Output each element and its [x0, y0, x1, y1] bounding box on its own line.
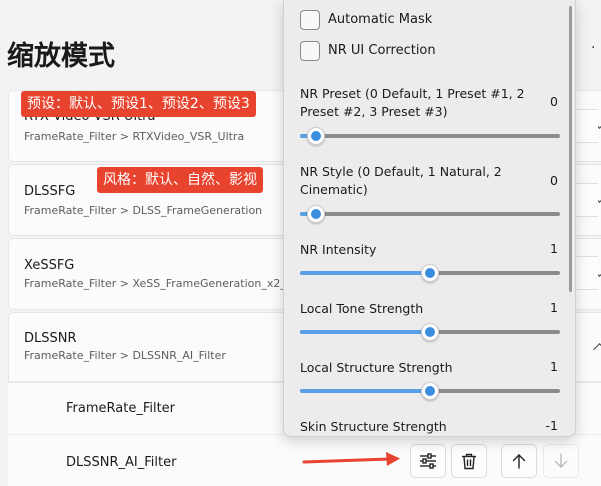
local-tone-strength-slider[interactable]: [300, 323, 560, 341]
automatic-mask-label: Automatic Mask: [328, 12, 433, 27]
nr-style-label: NR Style (0 Default, 1 Natural, 2 Cinema…: [300, 164, 502, 197]
slider-thumb[interactable]: [421, 382, 439, 400]
move-down-button[interactable]: [543, 444, 579, 478]
nr-ui-correction-label: NR UI Correction: [328, 43, 436, 58]
chevron-up-icon[interactable]: [593, 343, 601, 356]
sliders-icon: [420, 453, 436, 469]
slider-thumb[interactable]: [421, 264, 439, 282]
style-annotation: 风格：默认、自然、影视: [97, 167, 263, 193]
slider-thumb[interactable]: [421, 323, 439, 341]
automatic-mask-checkbox[interactable]: [300, 10, 320, 30]
local-structure-strength-slider[interactable]: [300, 382, 560, 400]
delete-button[interactable]: [451, 444, 487, 478]
card-path: FrameRate_Filter > DLSSNR_AI_Filter: [24, 349, 226, 362]
more-icon[interactable]: ·: [591, 40, 595, 56]
card-path: FrameRate_Filter > XeSS_FrameGeneration_…: [24, 277, 301, 290]
skin-structure-strength-label: Skin Structure Strength: [300, 419, 447, 434]
nr-intensity-value: 1: [550, 241, 558, 256]
arrow-down-icon: [554, 453, 568, 468]
card-title: DLSSNR: [24, 331, 77, 346]
sub-row-label: DLSSNR_AI_Filter: [66, 455, 177, 470]
nr-ui-correction-checkbox[interactable]: [300, 41, 320, 61]
arrow-up-icon: [512, 454, 526, 469]
card-title: DLSSFG: [24, 184, 76, 199]
slider-fill: [300, 330, 430, 334]
card-path: FrameRate_Filter > RTXVideo_VSR_Ultra: [24, 130, 245, 143]
nr-style-slider[interactable]: [300, 205, 560, 223]
local-tone-strength-value: 1: [550, 300, 558, 315]
nr-intensity-label: NR Intensity: [300, 242, 377, 257]
slider-thumb[interactable]: [307, 127, 326, 145]
sub-row-label: FrameRate_Filter: [66, 401, 176, 416]
local-structure-strength-value: 1: [550, 359, 558, 374]
trash-icon: [462, 453, 476, 469]
move-up-button[interactable]: [501, 444, 537, 478]
arrow-annotation-icon: [302, 452, 400, 466]
popup-scrollbar[interactable]: [569, 6, 572, 292]
slider-fill: [300, 271, 430, 275]
card-title: XeSSFG: [24, 258, 75, 273]
local-tone-strength-label: Local Tone Strength: [300, 301, 424, 316]
slider-thumb[interactable]: [307, 205, 326, 223]
settings-button[interactable]: [410, 444, 446, 478]
nr-intensity-slider[interactable]: [300, 264, 560, 282]
nr-style-value: 0: [550, 173, 558, 188]
preset-annotation: 预设：默认、预设1、预设2、预设3: [21, 91, 256, 117]
nr-preset-slider[interactable]: [300, 127, 560, 145]
filter-settings-popup: Automatic Mask NR UI Correction NR Prese…: [283, 0, 576, 437]
page-title: 缩放模式: [7, 41, 115, 72]
nr-preset-value: 0: [550, 94, 558, 109]
card-path: FrameRate_Filter > DLSS_FrameGeneration: [24, 204, 263, 217]
nr-preset-label: NR Preset (0 Default, 1 Preset #1, 2 Pre…: [300, 86, 525, 119]
skin-structure-strength-value: -1: [545, 418, 558, 433]
slider-fill: [300, 389, 430, 393]
local-structure-strength-label: Local Structure Strength: [300, 360, 453, 375]
